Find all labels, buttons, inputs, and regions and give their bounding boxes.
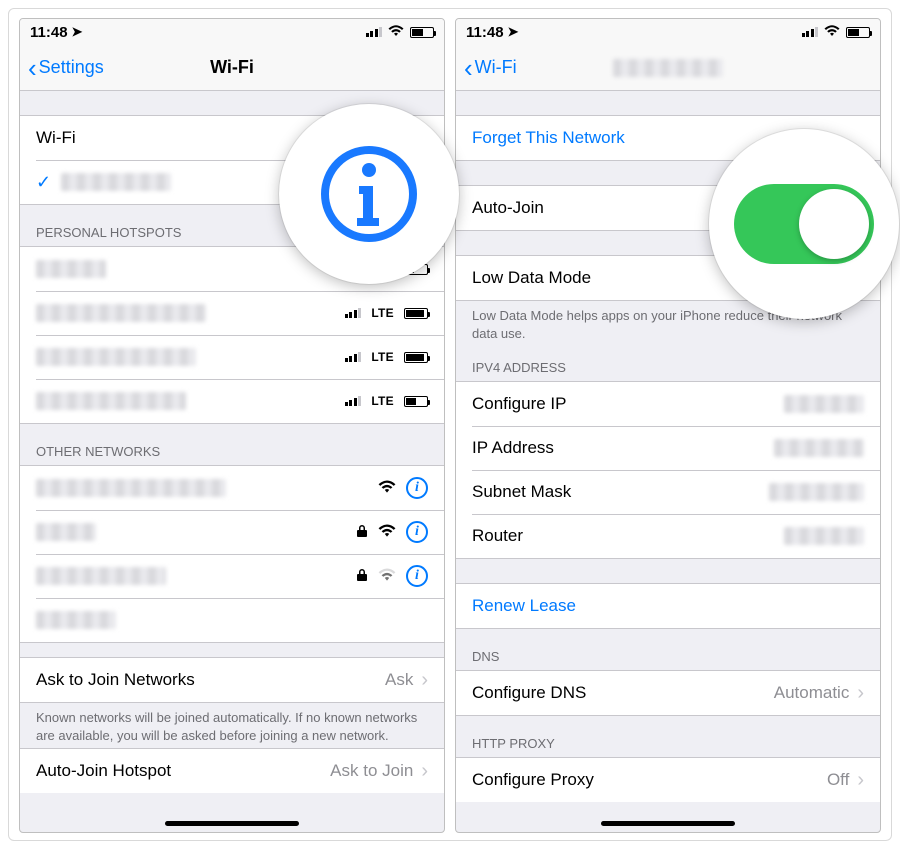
renew-lease-label: Renew Lease [472,596,864,616]
location-arrow-icon: ➤ [508,24,519,40]
lte-label: LTE [371,394,394,408]
ip-address-value-redacted [774,439,864,457]
section-header-ipv4: IPV4 ADDRESS [456,346,880,381]
page-title [456,57,880,78]
connected-ssid-redacted [61,173,171,191]
subnet-mask-value-redacted [769,483,864,501]
ssid-redacted [36,567,166,585]
subnet-mask-label: Subnet Mask [472,482,769,502]
ask-to-join-row[interactable]: Ask to Join Networks Ask › [20,658,444,702]
hotspot-row[interactable]: LTE [20,291,444,335]
back-label: Settings [39,57,104,78]
ssid-title-redacted [613,59,723,77]
network-row[interactable] [20,598,444,642]
battery-icon [410,27,434,38]
battery-icon [404,352,428,363]
info-icon[interactable]: i [406,477,428,499]
router-row: Router [456,514,880,558]
auto-join-hotspot-value: Ask to Join [330,761,413,781]
hotspot-name-redacted [36,260,106,278]
configure-dns-label: Configure DNS [472,683,774,703]
nav-bar: ‹ Wi-Fi [456,45,880,91]
info-icon [321,146,417,242]
cellular-signal-icon [345,396,362,406]
hotspot-name-redacted [36,304,206,322]
back-button[interactable]: ‹ Settings [28,57,104,78]
ask-to-join-footer: Known networks will be joined automatica… [20,703,444,748]
callout-info-icon [279,104,459,284]
network-row[interactable]: i [20,510,444,554]
lte-label: LTE [371,306,394,320]
configure-proxy-value: Off [827,770,849,790]
battery-icon [404,308,428,319]
subnet-mask-row: Subnet Mask [456,470,880,514]
ssid-redacted [36,611,116,629]
ask-to-join-value: Ask [385,670,413,690]
hotspot-row[interactable]: LTE [20,335,444,379]
checkmark-icon: ✓ [36,172,51,193]
auto-join-hotspot-label: Auto-Join Hotspot [36,761,330,781]
wifi-status-icon [824,24,840,41]
section-header-dns: DNS [456,629,880,670]
cellular-signal-icon [366,27,383,37]
callout-autojoin-toggle [709,129,899,319]
section-header-other: OTHER NETWORKS [20,424,444,465]
configure-ip-label: Configure IP [472,394,784,414]
status-bar: 11:48 ➤ [456,19,880,45]
home-indicator[interactable] [165,821,299,826]
stage: 11:48 ➤ ‹ Settings Wi-Fi Wi-Fi [8,8,892,841]
toggle-on-icon [734,184,874,264]
configure-dns-value: Automatic [774,683,850,703]
cellular-signal-icon [802,27,819,37]
location-arrow-icon: ➤ [72,24,83,40]
nav-bar: ‹ Settings Wi-Fi [20,45,444,91]
network-row[interactable]: i [20,554,444,598]
lte-label: LTE [371,350,394,364]
cellular-signal-icon [345,352,362,362]
hotspot-name-redacted [36,348,196,366]
auto-join-hotspot-row[interactable]: Auto-Join Hotspot Ask to Join › [20,749,444,793]
wifi-status-icon [388,24,404,41]
ip-address-label: IP Address [472,438,774,458]
home-indicator[interactable] [601,821,735,826]
ip-address-row: IP Address [456,426,880,470]
configure-dns-row[interactable]: Configure DNS Automatic › [456,671,880,715]
info-icon[interactable]: i [406,521,428,543]
cellular-signal-icon [345,308,362,318]
ssid-redacted [36,479,226,497]
hotspot-row[interactable]: LTE [20,379,444,423]
chevron-right-icon: › [857,769,864,792]
section-header-proxy: HTTP PROXY [456,716,880,757]
back-button[interactable]: ‹ Wi-Fi [464,57,517,78]
wifi-icon [378,522,396,543]
wifi-icon [378,478,396,499]
battery-icon [404,396,428,407]
status-time: 11:48 [466,24,504,41]
configure-proxy-row[interactable]: Configure Proxy Off › [456,758,880,802]
renew-lease-row[interactable]: Renew Lease [456,584,880,628]
chevron-right-icon: › [421,669,428,692]
ssid-redacted [36,523,96,541]
wifi-icon [378,566,396,587]
configure-ip-value-redacted [784,395,864,413]
lock-icon [356,524,368,541]
status-bar: 11:48 ➤ [20,19,444,45]
ask-to-join-label: Ask to Join Networks [36,670,385,690]
hotspot-name-redacted [36,392,186,410]
chevron-right-icon: › [857,682,864,705]
configure-proxy-label: Configure Proxy [472,770,827,790]
back-label: Wi-Fi [475,57,517,78]
status-time: 11:48 [30,24,68,41]
router-label: Router [472,526,784,546]
network-row[interactable]: i [20,466,444,510]
lock-icon [356,568,368,585]
chevron-right-icon: › [421,760,428,783]
battery-icon [846,27,870,38]
router-value-redacted [784,527,864,545]
configure-ip-row[interactable]: Configure IP [456,382,880,426]
info-icon[interactable]: i [406,565,428,587]
